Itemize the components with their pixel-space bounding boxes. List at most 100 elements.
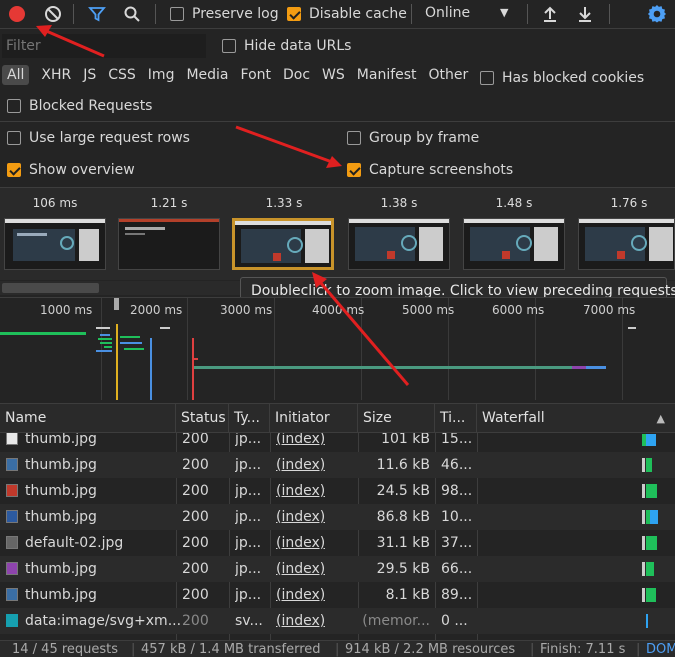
preserve-log-checkbox[interactable]: Preserve log xyxy=(170,6,279,22)
show-overview-label: Show overview xyxy=(29,162,135,178)
hide-data-urls-label: Hide data URLs xyxy=(244,38,352,54)
checkbox-box[interactable] xyxy=(7,131,21,145)
initiator-link[interactable]: (index) xyxy=(276,478,325,504)
file-name-cell: thumb.jpg xyxy=(6,582,97,608)
initiator-link[interactable]: (index) xyxy=(276,582,325,608)
filter-img[interactable]: Img xyxy=(143,65,180,85)
filter-ws[interactable]: WS xyxy=(317,65,350,85)
clear-icon[interactable] xyxy=(42,3,64,25)
timeline-bars xyxy=(0,298,636,400)
table-row[interactable]: thumb.jpg 200 jp... (index) 8.1 kB 89... xyxy=(0,582,675,608)
checkbox-box[interactable] xyxy=(480,71,494,85)
filter-font[interactable]: Font xyxy=(236,65,276,85)
record-icon[interactable] xyxy=(6,3,28,25)
toolbar: Preserve log Disable cache Online ▼ xyxy=(0,0,675,28)
screenshot-thumbnail-selected[interactable] xyxy=(232,218,334,270)
transferred-size: 457 kB / 1.4 MB transferred xyxy=(141,642,321,657)
blocked-requests-checkbox[interactable]: Blocked Requests xyxy=(7,98,152,114)
screenshot-time: 1.48 s xyxy=(495,196,533,210)
column-header-waterfall[interactable]: Waterfall ▲ xyxy=(477,404,675,432)
image-file-icon xyxy=(6,588,18,601)
search-icon[interactable] xyxy=(121,3,143,25)
capture-screenshots-label: Capture screenshots xyxy=(369,162,514,178)
file-name-cell: thumb.jpg xyxy=(6,504,97,530)
checkbox-box[interactable] xyxy=(7,163,21,177)
dom-content-loaded: DOM xyxy=(646,642,675,657)
initiator-link[interactable]: (index) xyxy=(276,504,325,530)
export-har-icon[interactable] xyxy=(574,3,596,25)
import-har-icon[interactable] xyxy=(539,3,561,25)
screenshot-thumbnail[interactable] xyxy=(348,218,450,270)
screenshot-thumbnail[interactable] xyxy=(463,218,565,270)
initiator-link[interactable]: (index) xyxy=(276,556,325,582)
capture-screenshots-checkbox[interactable]: Capture screenshots xyxy=(347,162,513,178)
filter-input[interactable] xyxy=(2,34,206,58)
svg-file-icon xyxy=(6,614,18,627)
filmstrip-scrollbar-thumb[interactable] xyxy=(2,283,99,293)
waterfall-bar xyxy=(646,562,654,576)
size-cell: 8.1 kB xyxy=(385,587,430,603)
filter-row: Hide data URLs xyxy=(0,31,675,61)
filter-css[interactable]: CSS xyxy=(103,65,141,85)
checkbox-box[interactable] xyxy=(7,99,21,113)
disable-cache-checkbox[interactable]: Disable cache xyxy=(287,6,407,22)
gear-icon[interactable] xyxy=(646,3,668,25)
waterfall-bar xyxy=(646,434,656,446)
sort-ascending-icon[interactable]: ▲ xyxy=(657,412,665,425)
filter-js[interactable]: JS xyxy=(78,65,101,85)
time-cell: 98... xyxy=(441,483,473,499)
checkbox-box[interactable] xyxy=(347,163,361,177)
column-header-size[interactable]: Size xyxy=(358,404,435,432)
checkbox-box[interactable] xyxy=(347,131,361,145)
checkbox-box[interactable] xyxy=(222,39,236,53)
type-cell: jp... xyxy=(235,433,262,447)
group-by-frame-checkbox[interactable]: Group by frame xyxy=(347,130,479,146)
waterfall-bar xyxy=(646,588,656,602)
column-header-type[interactable]: Ty... xyxy=(229,404,270,432)
initiator-link[interactable]: (index) xyxy=(276,452,325,478)
initiator-link[interactable]: (index) xyxy=(276,433,325,452)
file-name-cell: thumb.jpg xyxy=(6,452,97,478)
filter-xhr[interactable]: XHR xyxy=(36,65,76,85)
table-row[interactable]: thumb.jpg 200 jp... (index) 11.6 kB 46..… xyxy=(0,452,675,478)
table-row[interactable]: default-02.jpg 200 jp... (index) 31.1 kB… xyxy=(0,530,675,556)
column-header-time[interactable]: Ti... xyxy=(435,404,477,432)
show-overview-checkbox[interactable]: Show overview xyxy=(7,162,135,178)
waterfall-bar xyxy=(646,614,648,628)
image-file-icon xyxy=(6,562,18,575)
settings-row-2: Show overview Capture screenshots xyxy=(0,158,675,184)
initiator-link[interactable]: (index) xyxy=(276,608,325,634)
initiator-link[interactable]: (index) xyxy=(276,530,325,556)
table-row[interactable]: thumb.jpg 200 jp... (index) 101 kB 15... xyxy=(0,433,675,452)
column-header-initiator[interactable]: Initiator xyxy=(270,404,358,432)
table-row[interactable]: thumb.jpg 200 jp... (index) 29.5 kB 66..… xyxy=(0,556,675,582)
screenshot-thumbnail[interactable] xyxy=(4,218,106,270)
table-row[interactable]: thumb.jpg 200 jp... (index) 24.5 kB 98..… xyxy=(0,478,675,504)
filter-icon[interactable] xyxy=(86,3,108,25)
filter-other[interactable]: Other xyxy=(424,65,474,85)
screenshot-thumbnail[interactable] xyxy=(118,218,220,270)
waterfall-bar xyxy=(646,484,657,498)
hide-data-urls-checkbox[interactable]: Hide data URLs xyxy=(222,38,351,54)
screenshot-time: 1.33 s xyxy=(265,196,303,210)
has-blocked-cookies-checkbox[interactable]: Has blocked cookies xyxy=(480,70,644,86)
table-row[interactable]: thumb.jpg 200 jp... (index) 86.8 kB 10..… xyxy=(0,504,675,530)
divider xyxy=(0,28,675,29)
toolbar-divider xyxy=(609,4,610,24)
filter-doc[interactable]: Doc xyxy=(278,65,315,85)
checkbox-box[interactable] xyxy=(170,7,184,21)
filter-media[interactable]: Media xyxy=(181,65,233,85)
size-cell: 101 kB xyxy=(381,433,430,447)
checkbox-box[interactable] xyxy=(287,7,301,21)
column-header-status[interactable]: Status xyxy=(176,404,229,432)
filter-all[interactable]: All xyxy=(2,65,30,85)
filter-manifest[interactable]: Manifest xyxy=(352,65,422,85)
chevron-down-icon[interactable]: ▼ xyxy=(500,6,508,19)
throttling-select[interactable]: Online xyxy=(425,5,470,21)
status-cell: 200 xyxy=(182,483,209,499)
column-header-name[interactable]: Name xyxy=(0,404,176,432)
large-rows-checkbox[interactable]: Use large request rows xyxy=(7,130,190,146)
toolbar-divider xyxy=(411,4,412,24)
table-row[interactable]: data:image/svg+xm... 200 sv... (index) (… xyxy=(0,608,675,634)
screenshot-thumbnail[interactable] xyxy=(578,218,675,270)
